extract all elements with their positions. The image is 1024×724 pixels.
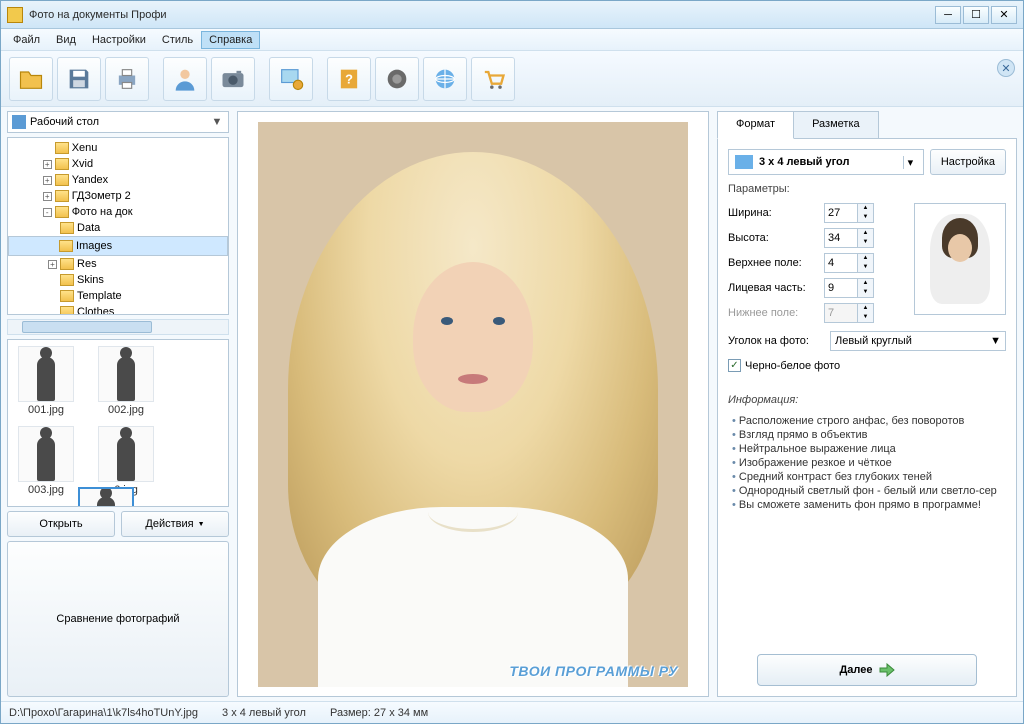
tree-item[interactable]: Clothes bbox=[8, 304, 228, 315]
info-item: Вы сможете заменить фон прямо в программ… bbox=[732, 498, 1006, 512]
width-spinner[interactable]: ▲▼ bbox=[824, 203, 874, 223]
toolbar-save[interactable] bbox=[57, 57, 101, 101]
menu-style[interactable]: Стиль bbox=[154, 31, 201, 49]
app-icon bbox=[7, 7, 23, 23]
status-path: D:\Прохо\Гагарина\1\k7ls4hoTUnY.jpg bbox=[9, 707, 198, 719]
info-item: Расположение строго анфас, без поворотов bbox=[732, 414, 1006, 428]
corner-select[interactable]: Левый круглый▼ bbox=[830, 331, 1006, 351]
watermark: ТВОИ ПРОГРАММЫ РУ bbox=[509, 663, 678, 679]
minimize-button[interactable]: ─ bbox=[935, 6, 961, 24]
bw-checkbox[interactable]: ✓Черно-белое фото bbox=[728, 359, 1006, 372]
drive-combo[interactable]: Рабочий стол ▼ bbox=[7, 111, 229, 133]
toolbar-help[interactable]: ? bbox=[327, 57, 371, 101]
corner-label: Уголок на фото: bbox=[728, 335, 824, 347]
toolbar-open[interactable] bbox=[9, 57, 53, 101]
info-item: Нейтральное выражение лица bbox=[732, 442, 1006, 456]
thumbnail-item[interactable]: 9.jpg bbox=[14, 506, 222, 507]
folder-tree[interactable]: Xenu +Xvid +Yandex +ГДЗометр 2 -Фото на … bbox=[7, 137, 229, 315]
tree-item[interactable]: -Фото на док bbox=[8, 204, 228, 220]
format-settings-button[interactable]: Настройка bbox=[930, 149, 1006, 175]
left-panel: Рабочий стол ▼ Xenu +Xvid +Yandex +ГДЗом… bbox=[7, 111, 229, 697]
tree-item[interactable]: +Res bbox=[8, 256, 228, 272]
menu-file[interactable]: Файл bbox=[5, 31, 48, 49]
tree-item[interactable]: +Yandex bbox=[8, 172, 228, 188]
statusbar: D:\Прохо\Гагарина\1\k7ls4hoTUnY.jpg 3 x … bbox=[1, 701, 1023, 723]
thumbnail-item[interactable]: 003.jpg bbox=[14, 426, 78, 496]
info-item: Однородный светлый фон - белый или светл… bbox=[732, 484, 1006, 498]
menu-view[interactable]: Вид bbox=[48, 31, 84, 49]
thumbnail-item[interactable]: 001.jpg bbox=[14, 346, 78, 416]
photo-viewport: ТВОИ ПРОГРАММЫ РУ bbox=[237, 111, 709, 697]
toolbar: ? ✕ bbox=[1, 51, 1023, 107]
close-button[interactable]: ✕ bbox=[991, 6, 1017, 24]
tree-item[interactable]: Xenu bbox=[8, 140, 228, 156]
toolbar-camera[interactable] bbox=[211, 57, 255, 101]
thumbnail-item[interactable]: 6.jpg bbox=[94, 426, 158, 496]
thumbnail-item[interactable]: 002.jpg bbox=[94, 346, 158, 416]
open-button[interactable]: Открыть bbox=[7, 511, 115, 537]
window-title: Фото на документы Профи bbox=[29, 9, 935, 21]
menu-help[interactable]: Справка bbox=[201, 31, 260, 49]
tab-layout[interactable]: Разметка bbox=[793, 111, 879, 139]
tree-hscrollbar[interactable] bbox=[7, 319, 229, 335]
arrow-right-icon bbox=[879, 663, 895, 677]
compare-button[interactable]: Сравнение фотографий bbox=[7, 541, 229, 697]
top-margin-spinner[interactable]: ▲▼ bbox=[824, 253, 874, 273]
maximize-button[interactable]: ☐ bbox=[963, 6, 989, 24]
desktop-icon bbox=[12, 115, 26, 129]
info-item: Взгляд прямо в объектив bbox=[732, 428, 1006, 442]
titlebar: Фото на документы Профи ─ ☐ ✕ bbox=[1, 1, 1023, 29]
format-icon bbox=[735, 155, 753, 169]
format-preview bbox=[914, 203, 1006, 315]
next-button[interactable]: Далее bbox=[757, 654, 977, 686]
right-panel: Формат Разметка 3 x 4 левый угол ▾ Настр… bbox=[717, 111, 1017, 697]
drive-label: Рабочий стол bbox=[30, 116, 210, 128]
height-spinner[interactable]: ▲▼ bbox=[824, 228, 874, 248]
toolbar-person[interactable] bbox=[163, 57, 207, 101]
main-photo: ТВОИ ПРОГРАММЫ РУ bbox=[258, 122, 688, 687]
bottom-margin-spinner: ▲▼ bbox=[824, 303, 874, 323]
status-size: Размер: 27 x 34 мм bbox=[330, 707, 428, 719]
face-part-spinner[interactable]: ▲▼ bbox=[824, 278, 874, 298]
panel-close-icon[interactable]: ✕ bbox=[997, 59, 1015, 77]
tree-item[interactable]: Template bbox=[8, 288, 228, 304]
format-combo[interactable]: 3 x 4 левый угол ▾ bbox=[728, 149, 924, 175]
tree-item[interactable]: +ГДЗометр 2 bbox=[8, 188, 228, 204]
tree-item[interactable]: Images bbox=[8, 236, 228, 256]
toolbar-photo-settings[interactable] bbox=[269, 57, 313, 101]
info-heading: Информация: bbox=[728, 394, 1006, 406]
format-value: 3 x 4 левый угол bbox=[759, 156, 903, 168]
toolbar-print[interactable] bbox=[105, 57, 149, 101]
toolbar-cart[interactable] bbox=[471, 57, 515, 101]
info-item: Изображение резкое и чёткое bbox=[732, 456, 1006, 470]
toolbar-web[interactable] bbox=[423, 57, 467, 101]
params-heading: Параметры: bbox=[728, 183, 1006, 195]
tree-item[interactable]: Data bbox=[8, 220, 228, 236]
info-list: Расположение строго анфас, без поворотов… bbox=[728, 414, 1006, 512]
menu-settings[interactable]: Настройки bbox=[84, 31, 154, 49]
toolbar-video[interactable] bbox=[375, 57, 419, 101]
tab-format[interactable]: Формат bbox=[717, 111, 794, 139]
menubar: Файл Вид Настройки Стиль Справка bbox=[1, 29, 1023, 51]
status-format: 3 x 4 левый угол bbox=[222, 707, 306, 719]
info-item: Средний контраст без глубоких теней bbox=[732, 470, 1006, 484]
thumbnail-list: 001.jpg002.jpg003.jpg6.jpg 9.jpg bbox=[7, 339, 229, 507]
svg-text:?: ? bbox=[345, 71, 353, 86]
chevron-down-icon: ▼ bbox=[990, 335, 1001, 347]
tree-item[interactable]: Skins bbox=[8, 272, 228, 288]
tree-item[interactable]: +Xvid bbox=[8, 156, 228, 172]
chevron-down-icon: ▼ bbox=[210, 116, 224, 128]
actions-button[interactable]: Действия ▼ bbox=[121, 511, 229, 537]
chevron-down-icon: ▾ bbox=[903, 156, 917, 169]
